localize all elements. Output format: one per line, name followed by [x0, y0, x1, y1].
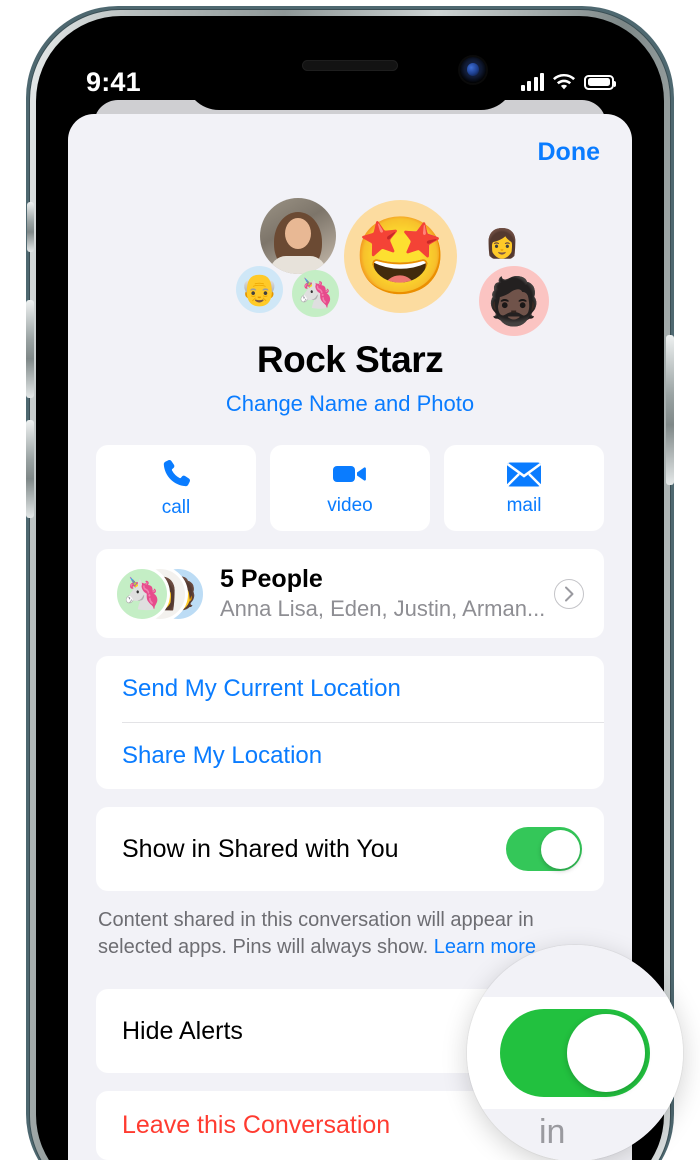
status-bar-indicators — [520, 67, 616, 91]
people-names-label: Anna Lisa, Eden, Justin, Arman... — [220, 596, 546, 621]
avatar-memoji-glasses: 👴 — [236, 266, 283, 313]
location-card: Send My Current Location Share My Locati… — [96, 656, 604, 789]
sheet-header: Done — [68, 114, 632, 190]
show-in-shared-with-you-row[interactable]: Show in Shared with You — [96, 807, 604, 891]
change-name-and-photo-link[interactable]: Change Name and Photo — [68, 391, 632, 417]
wifi-icon — [553, 73, 575, 89]
avatar-memoji-unicorn: 🦄 — [292, 270, 339, 317]
silent-switch-button[interactable] — [27, 202, 34, 252]
hide-alerts-label: Hide Alerts — [122, 1016, 243, 1045]
avatar-group-emoji: 🤩 — [344, 200, 457, 313]
screenshot-root: 9:41 Done 👴 🦄 🤩 👩 🧔🏿 Rock Starz Change N… — [0, 0, 700, 1160]
call-button[interactable]: call — [96, 445, 256, 531]
shared-with-you-card: Show in Shared with You — [96, 807, 604, 891]
magnifier-bg-bottom — [467, 1109, 683, 1160]
magnified-hide-alerts-toggle[interactable] — [500, 1009, 650, 1097]
volume-up-button[interactable] — [26, 300, 34, 398]
people-count-label: 5 People — [220, 565, 323, 593]
video-camera-icon — [333, 466, 366, 482]
earpiece-speaker — [302, 60, 398, 71]
show-in-shared-with-you-toggle[interactable] — [506, 827, 582, 871]
volume-down-button[interactable] — [26, 420, 34, 518]
status-bar-time: 9:41 — [86, 66, 141, 97]
call-button-label: call — [161, 497, 191, 518]
video-button[interactable]: video — [270, 445, 430, 531]
power-button[interactable] — [666, 335, 674, 485]
magnifier-bg-top — [467, 945, 683, 997]
stack-avatar-1: 🦄 — [114, 565, 170, 622]
phone-icon — [163, 460, 190, 487]
avatar-memoji-pink: 👩 — [484, 227, 520, 259]
group-avatar-cluster[interactable]: 👴 🦄 🤩 👩 🧔🏿 — [68, 192, 632, 337]
group-name-title: Rock Starz — [256, 339, 444, 380]
envelope-icon — [506, 462, 542, 486]
avatar-memoji-beard: 🧔🏿 — [479, 266, 549, 336]
people-card: 🧑 👩 🦄 5 People Anna Lisa, Eden, Justin, … — [96, 549, 604, 638]
send-current-location-row[interactable]: Send My Current Location — [96, 656, 604, 722]
mail-button[interactable]: mail — [444, 445, 604, 531]
cellular-bars-icon — [520, 73, 544, 91]
show-in-shared-with-you-label: Show in Shared with You — [122, 834, 399, 863]
quick-actions-row: call video mail — [68, 445, 632, 531]
done-button[interactable]: Done — [538, 138, 601, 167]
avatar-photo — [260, 198, 336, 274]
people-row[interactable]: 🧑 👩 🦄 5 People Anna Lisa, Eden, Justin, … — [96, 549, 604, 638]
chevron-right-icon[interactable] — [554, 578, 584, 609]
share-my-location-row[interactable]: Share My Location — [96, 723, 604, 789]
people-avatar-stack: 🧑 👩 🦄 — [114, 565, 206, 622]
magnifier-partial-text: in — [539, 1113, 566, 1151]
mail-button-label: mail — [506, 494, 542, 516]
video-button-label: video — [327, 495, 373, 516]
magnifier-callout: in — [467, 945, 683, 1160]
battery-icon — [584, 74, 616, 90]
people-text: 5 People Anna Lisa, Eden, Justin, Arman.… — [220, 565, 554, 622]
front-camera-icon — [460, 57, 486, 83]
